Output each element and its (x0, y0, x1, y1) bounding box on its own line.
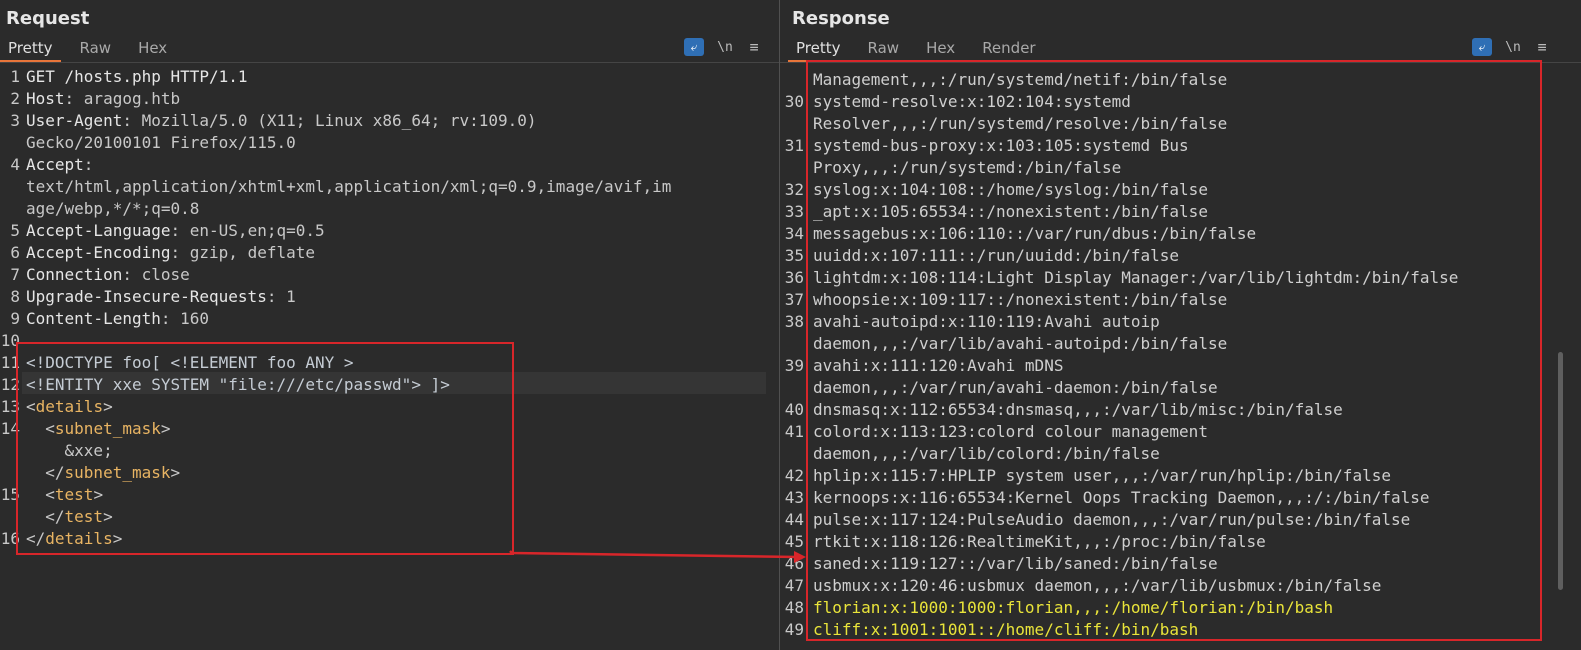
arrow-head (794, 551, 806, 563)
annotation-arrow (509, 550, 806, 563)
arrow-shaft (509, 550, 799, 559)
